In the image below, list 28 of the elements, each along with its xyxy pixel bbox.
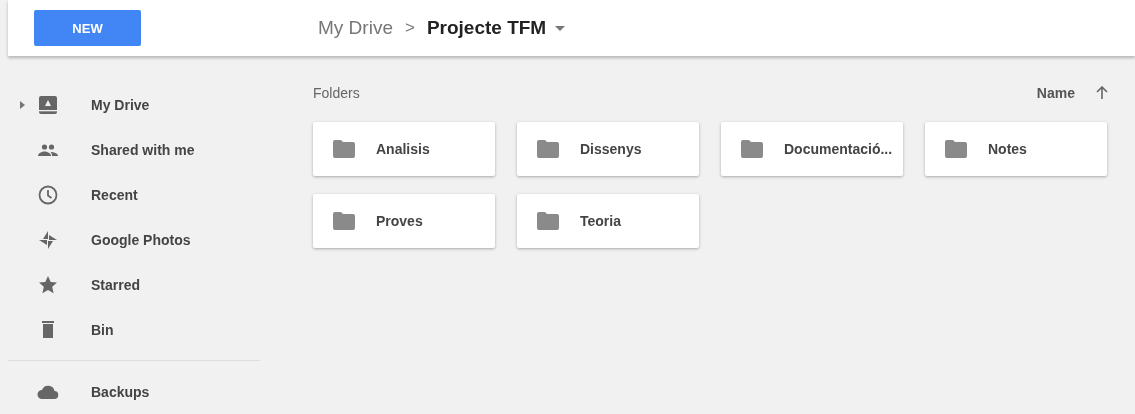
- folder-card[interactable]: Proves: [313, 194, 495, 248]
- folder-card[interactable]: Notes: [925, 122, 1107, 176]
- sidebar-item[interactable]: Google Photos: [8, 217, 260, 262]
- folder-card[interactable]: Dissenys: [517, 122, 699, 176]
- sidebar-item[interactable]: Recent: [8, 172, 260, 217]
- sidebar-item[interactable]: Backups: [8, 369, 260, 414]
- expand-arrow-icon[interactable]: [19, 100, 25, 109]
- breadcrumb-separator: >: [404, 18, 415, 38]
- sidebar-item[interactable]: Starred: [8, 262, 260, 307]
- caret-icon[interactable]: [555, 25, 566, 31]
- breadcrumb-link[interactable]: My Drive: [318, 17, 393, 39]
- folder-card[interactable]: Analisis: [313, 122, 495, 176]
- section-title: Folders: [313, 85, 360, 101]
- folder-icon: [537, 140, 559, 158]
- sidebar-item[interactable]: Shared with me: [8, 127, 260, 172]
- folder-icon: [333, 212, 355, 230]
- folder-icon: [537, 212, 559, 230]
- folder-card[interactable]: Documentació...: [721, 122, 903, 176]
- folder-icon: [333, 140, 355, 158]
- folder-card[interactable]: Teoria: [517, 194, 699, 248]
- folder-icon: [741, 140, 763, 158]
- sidebar-item[interactable]: My Drive: [8, 82, 260, 127]
- sort-label[interactable]: Name: [1036, 85, 1075, 101]
- current-folder-title[interactable]: Projecte TFM: [426, 17, 547, 39]
- folder-icon: [945, 140, 967, 158]
- sort-arrow-icon[interactable]: [1095, 86, 1109, 100]
- new-button[interactable]: NEW: [34, 10, 141, 46]
- sidebar-item[interactable]: Bin: [8, 307, 260, 352]
